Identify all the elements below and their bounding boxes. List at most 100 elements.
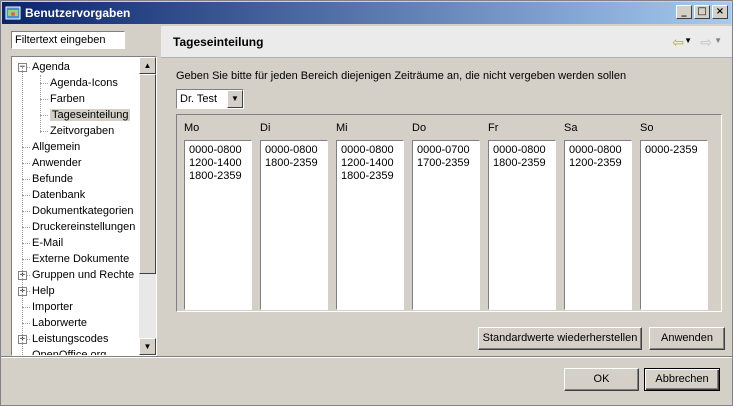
footer-separator	[1, 356, 732, 358]
day-column: Fr 0000-0800 1800-2359	[481, 115, 557, 311]
cancel-button[interactable]: Abbrechen	[644, 368, 720, 391]
tree-item[interactable]: Help	[32, 283, 55, 299]
tree-connector	[22, 243, 30, 244]
scroll-down-icon[interactable]: ▼	[139, 338, 156, 355]
tree-item-label: Externe Dokumente	[32, 253, 130, 265]
day-column: Mo 0000-0800 1200-1400 1800-2359	[177, 115, 253, 311]
tree-item[interactable]: Farben	[50, 91, 85, 107]
title-bar[interactable]: Benutzervorgaben _ □ ×	[2, 2, 731, 24]
day-label: Do	[412, 122, 427, 134]
tree-item-label: Agenda	[32, 61, 70, 73]
day-column: Do 0000-0700 1700-2359	[405, 115, 481, 311]
day-column: So 0000-2359	[633, 115, 709, 311]
tree-item-label: Help	[32, 285, 55, 297]
days-group: Mo 0000-0800 1200-1400 1800-2359 Di 0000-08…	[176, 114, 722, 312]
day-ranges-field[interactable]: 0000-0800 1800-2359	[260, 140, 328, 310]
area-select[interactable]: Dr. Test ▼	[176, 89, 244, 109]
tree-item-label: Allgemein	[32, 141, 81, 153]
tree-item-label: Befunde	[32, 173, 73, 185]
tree-item-label: Anwender	[32, 157, 82, 169]
scroll-up-icon[interactable]: ▲	[139, 57, 156, 74]
back-dropdown-icon[interactable]: ▼	[684, 36, 692, 45]
tree-item[interactable]: Allgemein	[32, 139, 80, 155]
preferences-tree: Agenda − Agenda-Icons Farben Tageseinteilung…	[11, 56, 157, 356]
tree-connector	[22, 259, 30, 260]
day-column: Di 0000-0800 1800-2359	[253, 115, 329, 311]
minimize-button[interactable]: _	[676, 5, 692, 19]
tree-item[interactable]: Leistungscodes	[32, 331, 108, 347]
tree-item[interactable]: Agenda-Icons	[50, 75, 118, 91]
day-ranges-field[interactable]: 0000-0800 1800-2359	[488, 140, 556, 310]
tree-item[interactable]: Gruppen und Rechte	[32, 267, 134, 283]
day-label: Mo	[184, 122, 200, 134]
tree-item[interactable]: Anwender	[32, 155, 82, 171]
tree-item-label: Importer	[32, 301, 73, 313]
day-label: Fr	[488, 122, 499, 134]
day-label: Mi	[336, 122, 348, 134]
day-label: So	[640, 122, 654, 134]
close-button[interactable]: ×	[712, 5, 728, 19]
tree-connector	[22, 67, 23, 355]
tree-item-label: Gruppen und Rechte	[32, 269, 135, 281]
tree-item-label: Datenbank	[32, 189, 86, 201]
tree-connector	[40, 83, 48, 84]
tree-item[interactable]: Laborwerte	[32, 315, 87, 331]
tree-item-label: Druckereinstellungen	[32, 221, 136, 233]
instruction-text: Geben Sie bitte für jeden Bereich diejen…	[176, 70, 627, 82]
preferences-window: Benutzervorgaben _ □ × Filtertext eingeb…	[0, 0, 733, 406]
window-title: Benutzervorgaben	[25, 6, 131, 20]
tree-item-label: Farben	[50, 93, 85, 105]
tree-connector	[40, 115, 48, 116]
tree-content: Agenda − Agenda-Icons Farben Tageseinteilung…	[12, 57, 140, 355]
tree-item[interactable]: E-Mail	[32, 235, 63, 251]
tree-connector	[22, 227, 30, 228]
day-ranges-field[interactable]: 0000-2359	[640, 140, 708, 310]
tree-connector	[22, 195, 30, 196]
page-header: Tageseinteilung ⇦ ▼ ⇨ ▼	[161, 26, 732, 58]
day-ranges-field[interactable]: 0000-0800 1200-2359	[564, 140, 632, 310]
tree-item-label: Laborwerte	[32, 317, 88, 329]
day-column: Mi 0000-0800 1200-1400 1800-2359	[329, 115, 405, 311]
page-title: Tageseinteilung	[173, 35, 264, 49]
apply-button[interactable]: Anwenden	[649, 327, 725, 350]
day-label: Sa	[564, 122, 578, 134]
tree-item[interactable]: Dokumentkategorien	[32, 203, 134, 219]
tree-item[interactable]: Befunde	[32, 171, 73, 187]
tree-connector	[22, 323, 30, 324]
area-select-value: Dr. Test	[180, 93, 218, 105]
day-ranges-field[interactable]: 0000-0800 1200-1400 1800-2359	[184, 140, 252, 310]
tree-connector	[22, 147, 30, 148]
tree-item-label: Agenda-Icons	[50, 77, 118, 89]
day-column: Sa 0000-0800 1200-2359	[557, 115, 633, 311]
restore-defaults-button[interactable]: Standardwerte wiederherstellen	[478, 327, 642, 350]
tree-item[interactable]: OpenOffice.org	[32, 347, 106, 355]
tree-connector	[22, 307, 30, 308]
day-ranges-field[interactable]: 0000-0700 1700-2359	[412, 140, 480, 310]
chevron-down-icon[interactable]: ▼	[227, 90, 243, 108]
filter-input[interactable]: Filtertext eingeben	[11, 31, 125, 49]
tree-item[interactable]: Externe Dokumente	[32, 251, 129, 267]
maximize-button[interactable]: □	[694, 5, 710, 19]
tree-connector	[40, 131, 48, 132]
tree-connector	[40, 75, 41, 133]
ok-button[interactable]: OK	[564, 368, 639, 391]
tree-connector	[22, 179, 30, 180]
forward-dropdown-icon[interactable]: ▼	[714, 36, 722, 45]
tree-item[interactable]: Zeitvorgaben	[50, 123, 114, 139]
page-panel: Tageseinteilung ⇦ ▼ ⇨ ▼ Geben Sie bitte …	[161, 26, 732, 354]
forward-arrow-icon[interactable]: ⇨	[700, 34, 712, 51]
tree-item[interactable]: Importer	[32, 299, 73, 315]
tree-item[interactable]: Tageseinteilung	[50, 107, 131, 123]
tree-item[interactable]: Datenbank	[32, 187, 85, 203]
day-label: Di	[260, 122, 271, 134]
app-icon	[5, 5, 21, 21]
tree-item[interactable]: Druckereinstellungen	[32, 219, 135, 235]
tree-scrollbar[interactable]: ▲ ▼	[139, 57, 156, 355]
tree-item-label: Dokumentkategorien	[32, 205, 134, 217]
tree-item-label: Zeitvorgaben	[50, 125, 115, 137]
tree-connector	[22, 211, 30, 212]
tree-item[interactable]: Agenda	[32, 59, 70, 75]
back-arrow-icon[interactable]: ⇦	[672, 34, 684, 51]
day-ranges-field[interactable]: 0000-0800 1200-1400 1800-2359	[336, 140, 404, 310]
scroll-thumb[interactable]	[139, 74, 156, 274]
